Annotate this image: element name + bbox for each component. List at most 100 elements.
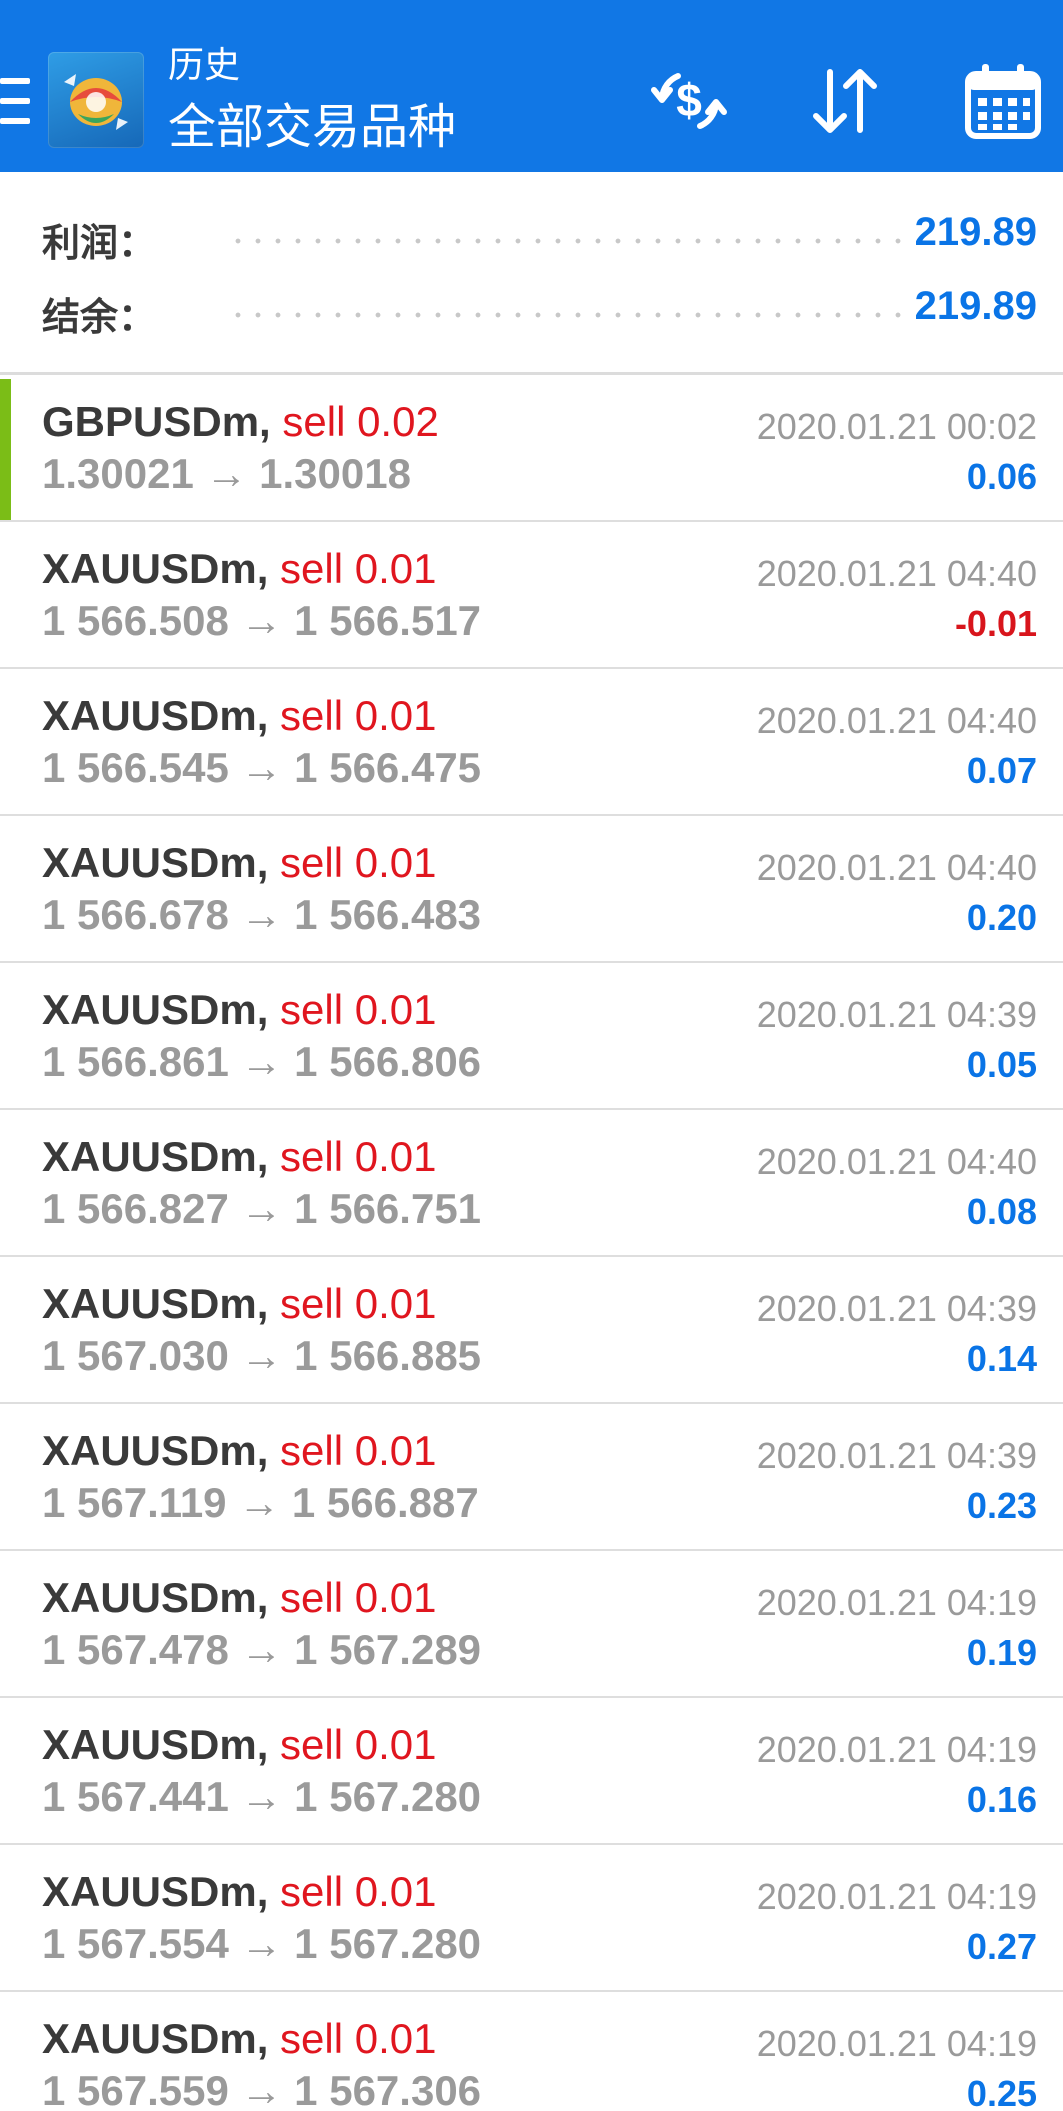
deal-profit: 0.14 (966, 1338, 1037, 1379)
deal-time: 2020.01.21 04:40 (756, 553, 1037, 594)
deal-row[interactable]: XAUUSDm, sell 0.01 1 567.559 → 1 567.306 2… (0, 1992, 1063, 2111)
deal-row[interactable]: XAUUSDm, sell 0.01 1 567.478 → 1 567.289 2… (0, 1551, 1063, 1698)
deal-symbol: GBPUSDm, (42, 398, 271, 445)
deal-row[interactable]: XAUUSDm, sell 0.01 1 566.678 → 1 566.483 2… (0, 816, 1063, 963)
deal-prices: 1 566.545 → 1 566.475 (42, 744, 482, 791)
page-subtitle: 历史 (168, 45, 241, 86)
deal-title: XAUUSDm, sell 0.01 (42, 1867, 436, 1917)
dotted-leader (228, 238, 903, 244)
profit-label: 利润： (42, 221, 157, 265)
deal-side: sell 0.01 (280, 1427, 437, 1474)
page-title[interactable]: 全部交易品种 (168, 98, 456, 156)
deal-profit: 0.23 (966, 1485, 1037, 1526)
deal-profit: 0.20 (966, 897, 1037, 938)
app-bar: 历史 全部交易品种 $ (0, 0, 1063, 172)
deal-profit: 0.19 (966, 1632, 1037, 1673)
deal-row[interactable]: GBPUSDm, sell 0.02 1.30021 → 1.30018 2020.… (0, 375, 1063, 522)
deal-row[interactable]: XAUUSDm, sell 0.01 1 567.441 → 1 567.280 2… (0, 1698, 1063, 1845)
deal-title: XAUUSDm, sell 0.01 (42, 2014, 436, 2064)
deal-title: XAUUSDm, sell 0.01 (42, 544, 436, 594)
deal-time: 2020.01.21 04:40 (756, 1141, 1037, 1182)
deal-row[interactable]: XAUUSDm, sell 0.01 1 566.827 → 1 566.751 2… (0, 1110, 1063, 1257)
deal-prices: 1 567.559 → 1 567.306 (42, 2067, 482, 2111)
deal-profit: 0.07 (966, 750, 1037, 791)
deal-symbol: XAUUSDm, (42, 1868, 269, 1915)
deal-prices: 1 567.478 → 1 567.289 (42, 1626, 482, 1673)
deal-prices: 1 566.678 → 1 566.483 (42, 891, 482, 938)
deal-symbol: XAUUSDm, (42, 1280, 269, 1327)
deal-title: XAUUSDm, sell 0.01 (42, 691, 436, 741)
deal-row[interactable]: XAUUSDm, sell 0.01 1 566.545 → 1 566.475 2… (0, 669, 1063, 816)
deal-row[interactable]: XAUUSDm, sell 0.01 1 566.508 → 1 566.517 2… (0, 522, 1063, 669)
deal-time: 2020.01.21 04:19 (756, 1582, 1037, 1623)
deal-symbol: XAUUSDm, (42, 692, 269, 739)
deal-profit: 0.27 (966, 1926, 1037, 1967)
deal-row[interactable]: XAUUSDm, sell 0.01 1 567.119 → 1 566.887 2… (0, 1404, 1063, 1551)
deal-row[interactable]: XAUUSDm, sell 0.01 1 567.554 → 1 567.280 2… (0, 1845, 1063, 1992)
deal-side: sell 0.01 (280, 986, 437, 1033)
deal-prices: 1 566.508 → 1 566.517 (42, 597, 482, 644)
profit-value: 219.89 (914, 210, 1037, 254)
profit-row: 利润： 219.89 (0, 204, 1063, 265)
metatrader-logo (48, 52, 144, 148)
menu-icon[interactable] (0, 78, 30, 124)
deal-side: sell 0.01 (280, 1280, 437, 1327)
deal-title: XAUUSDm, sell 0.01 (42, 1720, 436, 1770)
svg-text:$: $ (676, 74, 702, 126)
dotted-leader (228, 312, 903, 318)
deal-side: sell 0.01 (280, 1133, 437, 1180)
deal-time: 2020.01.21 04:39 (756, 994, 1037, 1035)
deal-profit: 0.05 (966, 1044, 1037, 1085)
deal-title: XAUUSDm, sell 0.01 (42, 1573, 436, 1623)
deal-prices: 1 567.119 → 1 566.887 (42, 1479, 479, 1526)
deal-time: 2020.01.21 04:39 (756, 1435, 1037, 1476)
balance-value: 219.89 (914, 284, 1037, 328)
deals-list: GBPUSDm, sell 0.02 1.30021 → 1.30018 2020.… (0, 375, 1063, 2111)
balance-label: 结余： (42, 295, 157, 339)
deal-title: XAUUSDm, sell 0.01 (42, 1426, 436, 1476)
deal-side: sell 0.01 (280, 545, 437, 592)
deal-title: XAUUSDm, sell 0.01 (42, 838, 436, 888)
deal-side: sell 0.01 (280, 839, 437, 886)
calendar-icon[interactable] (962, 60, 1044, 142)
deal-title: XAUUSDm, sell 0.01 (42, 1279, 436, 1329)
deal-time: 2020.01.21 04:19 (756, 2023, 1037, 2064)
deal-prices: 1 566.827 → 1 566.751 (42, 1185, 482, 1232)
deal-title: XAUUSDm, sell 0.01 (42, 1132, 436, 1182)
deal-symbol: XAUUSDm, (42, 1574, 269, 1621)
deal-symbol: XAUUSDm, (42, 2015, 269, 2062)
selected-indicator (0, 379, 11, 520)
deal-time: 2020.01.21 04:19 (756, 1729, 1037, 1770)
deal-side: sell 0.01 (280, 2015, 437, 2062)
deal-symbol: XAUUSDm, (42, 1427, 269, 1474)
deal-profit: 0.16 (966, 1779, 1037, 1820)
deal-side: sell 0.01 (280, 1574, 437, 1621)
deal-time: 2020.01.21 04:19 (756, 1876, 1037, 1917)
deal-time: 2020.01.21 04:40 (756, 700, 1037, 741)
deal-title: XAUUSDm, sell 0.01 (42, 985, 436, 1035)
deal-prices: 1.30021 → 1.30018 (42, 450, 411, 497)
deal-time: 2020.01.21 00:02 (756, 406, 1037, 447)
deal-row[interactable]: XAUUSDm, sell 0.01 1 567.030 → 1 566.885 2… (0, 1257, 1063, 1404)
deal-side: sell 0.01 (280, 1721, 437, 1768)
summary-panel: 利润： 219.89 结余： 219.89 (0, 172, 1063, 374)
deal-side: sell 0.01 (280, 1868, 437, 1915)
deal-profit: 0.25 (966, 2073, 1037, 2111)
deal-prices: 1 567.441 → 1 567.280 (42, 1773, 482, 1820)
deal-symbol: XAUUSDm, (42, 1721, 269, 1768)
deal-prices: 1 566.861 → 1 566.806 (42, 1038, 482, 1085)
sort-icon[interactable] (804, 60, 886, 142)
deal-time: 2020.01.21 04:40 (756, 847, 1037, 888)
deal-symbol: XAUUSDm, (42, 1133, 269, 1180)
deal-symbol: XAUUSDm, (42, 839, 269, 886)
deal-prices: 1 567.554 → 1 567.280 (42, 1920, 482, 1967)
deal-prices: 1 567.030 → 1 566.885 (42, 1332, 482, 1379)
deal-symbol: XAUUSDm, (42, 545, 269, 592)
deal-time: 2020.01.21 04:39 (756, 1288, 1037, 1329)
deal-symbol: XAUUSDm, (42, 986, 269, 1033)
deal-profit: -0.01 (954, 603, 1037, 644)
deal-profit: 0.08 (966, 1191, 1037, 1232)
deal-row[interactable]: XAUUSDm, sell 0.01 1 566.861 → 1 566.806 2… (0, 963, 1063, 1110)
deal-profit: 0.06 (966, 456, 1037, 497)
currency-exchange-icon[interactable]: $ (648, 60, 730, 142)
